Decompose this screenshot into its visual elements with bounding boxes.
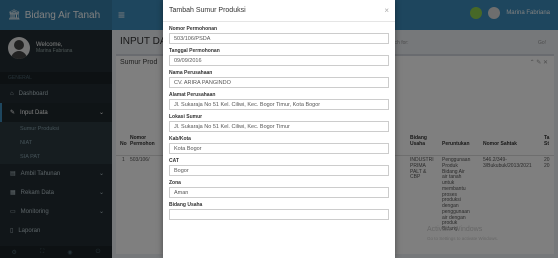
nomor-permohonan-input[interactable]: 503/106/PSDA: [169, 33, 389, 44]
field-label: Alamat Perusahaan: [169, 92, 216, 98]
zona-input[interactable]: Aman: [169, 187, 389, 198]
field-label: Zona: [169, 180, 181, 186]
field-nama-perusahaan: Nama Perusahaan CV. ARIRA PANGINDO: [163, 70, 395, 88]
field-label: Nama Perusahaan: [169, 70, 213, 76]
alamat-perusahaan-input[interactable]: Jl. Sukaraja No 51 Kel. Ciliwi, Kec. Bog…: [169, 99, 389, 110]
field-label: CAT: [169, 158, 179, 164]
cat-input[interactable]: Bogor: [169, 165, 389, 176]
modal-title: Tambah Sumur Produksi: [169, 7, 246, 14]
field-label: Kab/Kota: [169, 136, 191, 142]
nama-perusahaan-input[interactable]: CV. ARIRA PANGINDO: [169, 77, 389, 88]
add-sumur-modal: Tambah Sumur Produksi × Nomor Permohonan…: [163, 0, 395, 258]
close-icon[interactable]: ×: [384, 6, 389, 15]
field-kab-kota: Kab/Kota Kota Bogor: [163, 136, 395, 154]
field-label: Bidang Usaha: [169, 202, 203, 208]
lokasi-sumur-input[interactable]: Jl. Sukaraja No 51 Kel. Ciliwi, Kec. Bog…: [169, 121, 389, 132]
tanggal-permohonan-input[interactable]: 09/09/2016: [169, 55, 389, 66]
field-tanggal-permohonan: Tanggal Permohonan 09/09/2016: [163, 48, 395, 66]
field-label: Nomor Permohonan: [169, 26, 218, 32]
field-alamat-perusahaan: Alamat Perusahaan Jl. Sukaraja No 51 Kel…: [163, 92, 395, 110]
field-label: Lokasi Sumur: [169, 114, 203, 120]
field-bidang-usaha: Bidang Usaha: [163, 202, 395, 220]
modal-header: Tambah Sumur Produksi ×: [163, 0, 395, 22]
bidang-usaha-input[interactable]: [169, 209, 389, 220]
field-label: Tanggal Permohonan: [169, 48, 220, 54]
field-cat: CAT Bogor: [163, 158, 395, 176]
field-zona: Zona Aman: [163, 180, 395, 198]
field-lokasi-sumur: Lokasi Sumur Jl. Sukaraja No 51 Kel. Cil…: [163, 114, 395, 132]
kab-kota-input[interactable]: Kota Bogor: [169, 143, 389, 154]
field-nomor-permohonan: Nomor Permohonan 503/106/PSDA: [163, 26, 395, 44]
